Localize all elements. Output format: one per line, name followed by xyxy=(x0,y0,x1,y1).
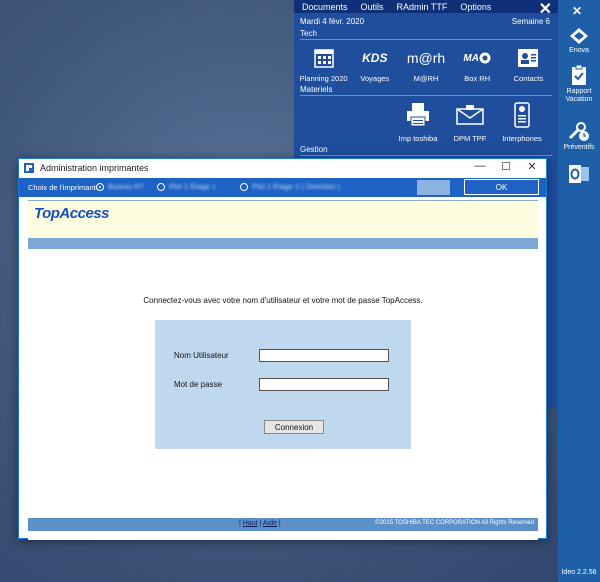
footer-separator: | xyxy=(239,520,241,527)
printer-name: Plot 1 Etage 1 xyxy=(169,182,217,191)
enova-icon xyxy=(558,27,600,45)
tile-voyages[interactable]: KDS Voyages xyxy=(349,42,400,83)
menu-radmin[interactable]: RAdmin TTF xyxy=(397,2,448,12)
launcher-menubar: Documents Outils RAdmin TTF Options ✕ xyxy=(294,0,558,18)
topaccess-body: Connectez-vous avec votre nom d'utilisat… xyxy=(28,249,538,519)
topaccess-webview: TopAccess Connectez-vous avec votre nom … xyxy=(28,200,538,540)
login-instructions: Connectez-vous avec votre nom d'utilisat… xyxy=(143,296,423,305)
password-label: Mot de passe xyxy=(174,380,223,389)
section-divider xyxy=(300,39,552,40)
sidebar-item-outlook[interactable] xyxy=(558,164,600,186)
tile-dpm-tpf[interactable]: DPM TPF xyxy=(444,96,496,143)
tile-imp-toshiba[interactable]: Imp toshiba xyxy=(392,96,444,143)
section-tech-label: Tech xyxy=(300,29,317,38)
tile-label: M@RH xyxy=(413,74,439,83)
menu-options[interactable]: Options xyxy=(460,2,491,12)
sidebar-close-icon[interactable]: ✕ xyxy=(572,4,582,18)
topaccess-header-strip xyxy=(28,238,538,249)
menu-outils[interactable]: Outils xyxy=(361,2,384,12)
printer-selector-bar: Choix de l'imprimante : Bureau RT Plot 1… xyxy=(19,178,546,197)
tile-contacts[interactable]: Contacts xyxy=(503,42,554,83)
tile-box-rh[interactable]: MA Box RH xyxy=(452,42,503,83)
launcher-close-icon[interactable]: ✕ xyxy=(539,0,552,19)
printer-radio-etage-1[interactable]: Plot 1 Etage 1 xyxy=(157,182,216,191)
section-materiels-label: Materiels xyxy=(300,85,333,94)
sidebar-item-label: Rapport Vacation xyxy=(565,88,593,103)
ok-button[interactable]: OK xyxy=(464,179,539,195)
tile-label: Contacts xyxy=(513,74,544,83)
tile-label: DPM TPF xyxy=(453,134,487,143)
box-rh-logo-icon: MA xyxy=(463,44,491,72)
minimize-button[interactable]: — xyxy=(467,160,493,172)
right-sidebar: ✕ Enova Rapport Vacation Préventifs Ideo… xyxy=(558,0,600,582)
sidebar-item-preventifs[interactable]: Préventifs xyxy=(558,120,600,152)
kds-logo-text: KDS xyxy=(362,51,388,65)
footer-separator: | xyxy=(259,520,262,527)
sidebar-item-rapport[interactable]: Rapport Vacation xyxy=(558,64,600,104)
tile-interphones[interactable]: Interphones xyxy=(496,96,548,143)
current-date: Mardi 4 févr. 2020 xyxy=(300,17,365,26)
top-link[interactable]: Haut xyxy=(243,520,258,527)
section-gestion-label: Gestion xyxy=(300,145,328,154)
radio-icon xyxy=(240,182,248,191)
tile-marh[interactable]: m@rh M@RH xyxy=(400,42,451,83)
printer-bar-placeholder xyxy=(417,180,450,195)
tile-planning[interactable]: Planning 2020 xyxy=(298,42,349,83)
footer-links: | Haut | Aide | xyxy=(239,520,281,527)
interphone-icon xyxy=(514,98,530,132)
password-input[interactable] xyxy=(259,378,389,391)
username-label: Nom Utilisateur xyxy=(174,351,229,360)
tile-label: Imp toshiba xyxy=(398,134,438,143)
tile-label: Interphones xyxy=(502,134,542,143)
marh-logo-text: m@rh xyxy=(406,50,446,66)
marh-logo-icon: m@rh xyxy=(407,44,445,72)
help-link[interactable]: Aide xyxy=(263,520,277,527)
sidebar-item-enova[interactable]: Enova xyxy=(558,27,600,55)
app-icon xyxy=(24,163,34,173)
outlook-icon xyxy=(558,164,600,184)
printer-radio-bureau-rt[interactable]: Bureau RT xyxy=(96,182,144,191)
printer-admin-dialog: Administration imprimantes — ☐ ✕ Choix d… xyxy=(18,158,547,540)
tile-label: Planning 2020 xyxy=(299,74,348,83)
calendar-icon xyxy=(313,44,334,72)
close-button[interactable]: ✕ xyxy=(519,160,545,173)
ma-logo-text: MA xyxy=(463,52,479,64)
topaccess-footer: | Haut | Aide | ©2015 TOSHIBA TEC CORPOR… xyxy=(28,518,538,531)
sidebar-item-label: Enova xyxy=(569,47,589,54)
printer-name: Bureau RT xyxy=(108,182,145,191)
username-input[interactable] xyxy=(259,349,389,362)
printer-choice-label: Choix de l'imprimante : xyxy=(28,183,105,192)
radio-icon xyxy=(157,182,165,191)
kds-logo-icon: KDS xyxy=(362,44,387,72)
contacts-icon xyxy=(517,44,539,72)
materiel-tiles: Imp toshiba DPM TPF Interphones xyxy=(294,96,558,143)
tile-label: Voyages xyxy=(360,74,390,83)
dialog-titlebar[interactable]: Administration imprimantes — ☐ ✕ xyxy=(19,159,546,177)
clipboard-icon xyxy=(558,64,600,86)
menu-documents[interactable]: Documents xyxy=(302,2,348,12)
login-form: Nom Utilisateur Mot de passe Connexion xyxy=(155,320,411,449)
date-bar: Mardi 4 févr. 2020 Semaine 6 xyxy=(294,13,558,26)
tile-label: Box RH xyxy=(464,74,491,83)
printer-icon xyxy=(405,98,431,132)
section-divider xyxy=(300,155,552,156)
maximize-button[interactable]: ☐ xyxy=(493,160,519,173)
printer-name: Plot 1 Etage 2 ( Direction ) xyxy=(252,182,340,191)
footer-separator: | xyxy=(278,520,281,527)
connexion-button[interactable]: Connexion xyxy=(264,420,324,434)
fax-icon xyxy=(456,98,484,132)
dialog-title: Administration imprimantes xyxy=(40,163,149,173)
radio-selected-icon xyxy=(96,182,104,191)
wrench-clock-icon xyxy=(558,120,600,142)
topaccess-logo: TopAccess xyxy=(34,205,109,222)
copyright-text: ©2015 TOSHIBA TEC CORPORATION All Rights… xyxy=(375,520,534,526)
sidebar-item-label: Préventifs xyxy=(563,144,595,151)
app-version: Ideo 2.2.56 xyxy=(561,569,597,576)
printer-radio-etage-2[interactable]: Plot 1 Etage 2 ( Direction ) xyxy=(240,182,340,191)
topaccess-header: TopAccess xyxy=(28,200,538,238)
tech-tiles: Planning 2020 KDS Voyages m@rh M@RH MA B… xyxy=(294,42,558,83)
